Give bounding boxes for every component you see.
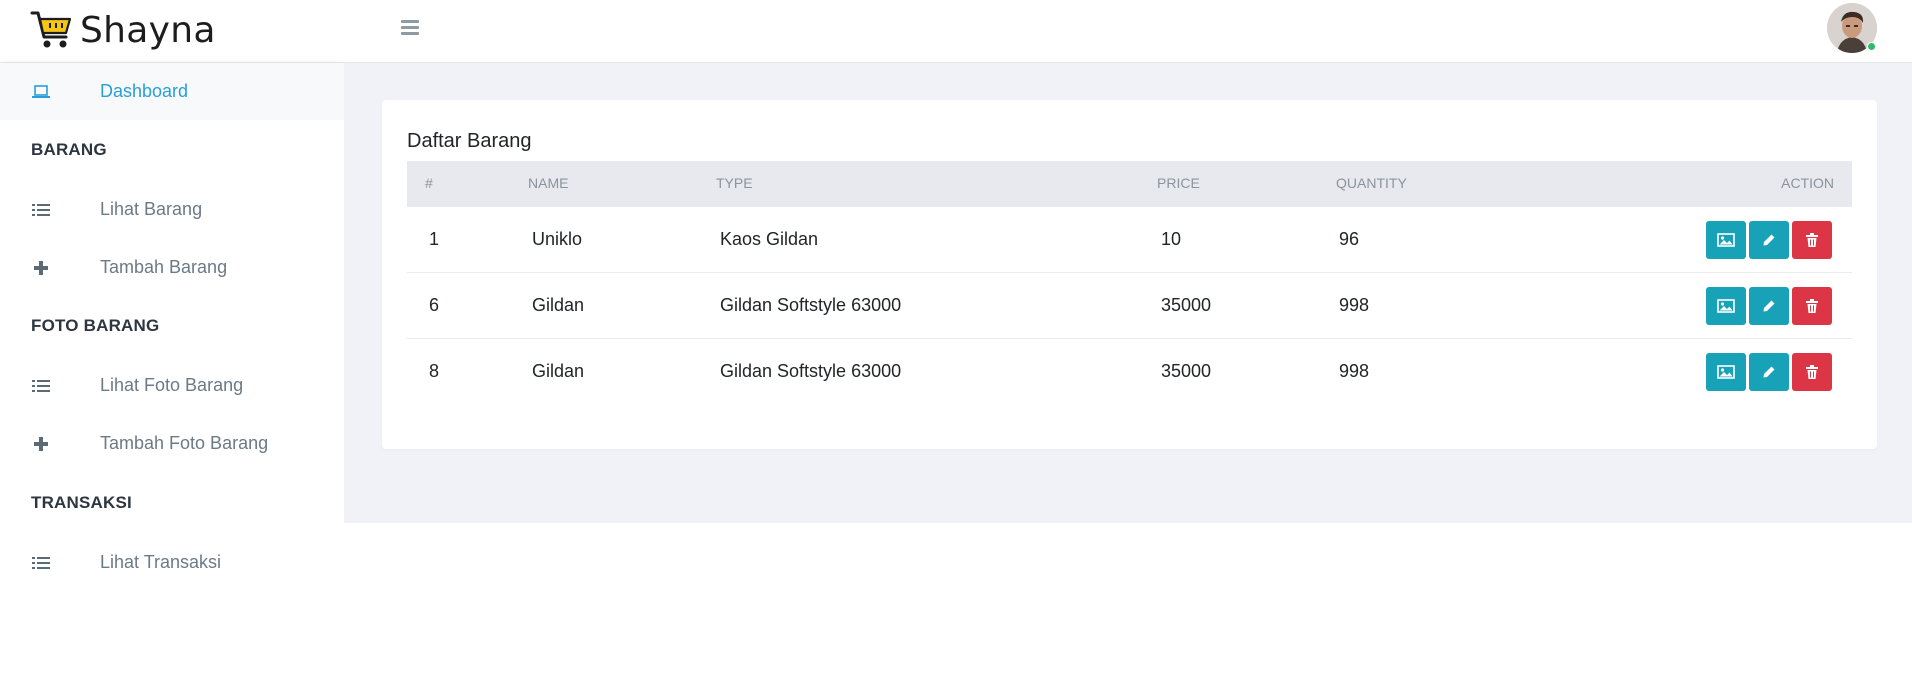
sidebar-item-tambah-barang[interactable]: Tambah Barang — [0, 239, 344, 296]
image-icon — [1717, 365, 1735, 379]
online-status-dot — [1867, 42, 1876, 51]
section-title-foto-barang: FOTO BARANG — [31, 316, 160, 335]
view-gallery-button[interactable] — [1706, 353, 1746, 391]
cell-price: 10 — [1161, 229, 1182, 249]
cell-price: 35000 — [1161, 361, 1212, 381]
cell-name: Uniklo — [532, 229, 583, 249]
trash-icon — [1806, 365, 1818, 379]
edit-button[interactable] — [1749, 221, 1789, 259]
section-title-barang: BARANG — [31, 140, 107, 159]
cell-quantity: 998 — [1339, 361, 1370, 381]
list-icon — [31, 376, 51, 396]
plus-icon — [31, 434, 51, 454]
image-icon — [1717, 299, 1735, 313]
sidebar-item-tambah-foto-barang[interactable]: Tambah Foto Barang — [0, 415, 344, 472]
content-footer-area — [344, 523, 1912, 700]
delete-button[interactable] — [1792, 221, 1832, 259]
brand-name: Shayna — [80, 9, 216, 51]
sidebar-item-label: Tambah Barang — [100, 257, 228, 277]
row-actions — [1706, 221, 1832, 259]
view-gallery-button[interactable] — [1706, 221, 1746, 259]
sidebar-item-label: Dashboard — [100, 81, 189, 101]
cell-quantity: 998 — [1339, 295, 1370, 315]
sidebar-item-label: Lihat Transaksi — [100, 552, 222, 572]
top-header: Shayna — [0, 0, 1912, 63]
sidebar-item-lihat-transaksi[interactable]: Lihat Transaksi — [0, 534, 344, 591]
laptop-icon — [31, 82, 51, 102]
cell-quantity: 96 — [1339, 229, 1360, 249]
row-actions — [1706, 287, 1832, 325]
sidebar: Dashboard BARANG Lihat Barang Tambah Bar… — [0, 63, 344, 700]
brand-logo[interactable]: Shayna — [30, 8, 216, 52]
delete-button[interactable] — [1792, 287, 1832, 325]
sidebar-item-label: Lihat Barang — [100, 199, 203, 219]
table-row: 8 Gildan Gildan Softstyle 63000 35000 998 — [407, 339, 1852, 405]
cell-type: Gildan Softstyle 63000 — [720, 361, 902, 381]
sidebar-item-label: Tambah Foto Barang — [100, 433, 269, 453]
cell-id: 1 — [429, 229, 440, 249]
hamburger-icon[interactable] — [398, 17, 422, 41]
column-header-action: ACTION — [1781, 175, 1834, 191]
pencil-icon — [1763, 300, 1775, 312]
plus-icon — [31, 258, 51, 278]
cell-type: Gildan Softstyle 63000 — [720, 295, 902, 315]
cell-name: Gildan — [532, 295, 585, 315]
table-header: # NAME TYPE PRICE QUANTITY ACTION — [407, 161, 1852, 207]
user-avatar[interactable] — [1827, 3, 1877, 53]
cell-name: Gildan — [532, 361, 585, 381]
column-header-quantity: QUANTITY — [1336, 175, 1407, 191]
table-row: 6 Gildan Gildan Softstyle 63000 35000 998 — [407, 273, 1852, 339]
products-card: Daftar Barang # NAME TYPE PRICE QUANTITY… — [382, 100, 1877, 449]
edit-button[interactable] — [1749, 353, 1789, 391]
list-icon — [31, 200, 51, 220]
sidebar-item-label: Lihat Foto Barang — [100, 375, 244, 395]
row-actions — [1706, 353, 1832, 391]
cell-id: 8 — [429, 361, 440, 381]
shopping-cart-icon — [30, 11, 72, 48]
card-title: Daftar Barang — [407, 130, 532, 152]
pencil-icon — [1763, 234, 1775, 246]
view-gallery-button[interactable] — [1706, 287, 1746, 325]
delete-button[interactable] — [1792, 353, 1832, 391]
table-row: 1 Uniklo Kaos Gildan 10 96 — [407, 207, 1852, 273]
sidebar-item-lihat-barang[interactable]: Lihat Barang — [0, 181, 344, 238]
list-icon — [31, 553, 51, 573]
column-header-name: NAME — [528, 175, 569, 191]
pencil-icon — [1763, 366, 1775, 378]
sidebar-item-dashboard[interactable]: Dashboard — [0, 63, 344, 120]
column-header-id: # — [425, 175, 433, 191]
cell-price: 35000 — [1161, 295, 1212, 315]
edit-button[interactable] — [1749, 287, 1789, 325]
trash-icon — [1806, 233, 1818, 247]
trash-icon — [1806, 299, 1818, 313]
sidebar-item-lihat-foto-barang[interactable]: Lihat Foto Barang — [0, 357, 344, 414]
section-title-transaksi: TRANSAKSI — [31, 493, 132, 512]
column-header-price: PRICE — [1157, 175, 1200, 191]
image-icon — [1717, 233, 1735, 247]
cell-type: Kaos Gildan — [720, 229, 819, 249]
column-header-type: TYPE — [716, 175, 753, 191]
cell-id: 6 — [429, 295, 440, 315]
